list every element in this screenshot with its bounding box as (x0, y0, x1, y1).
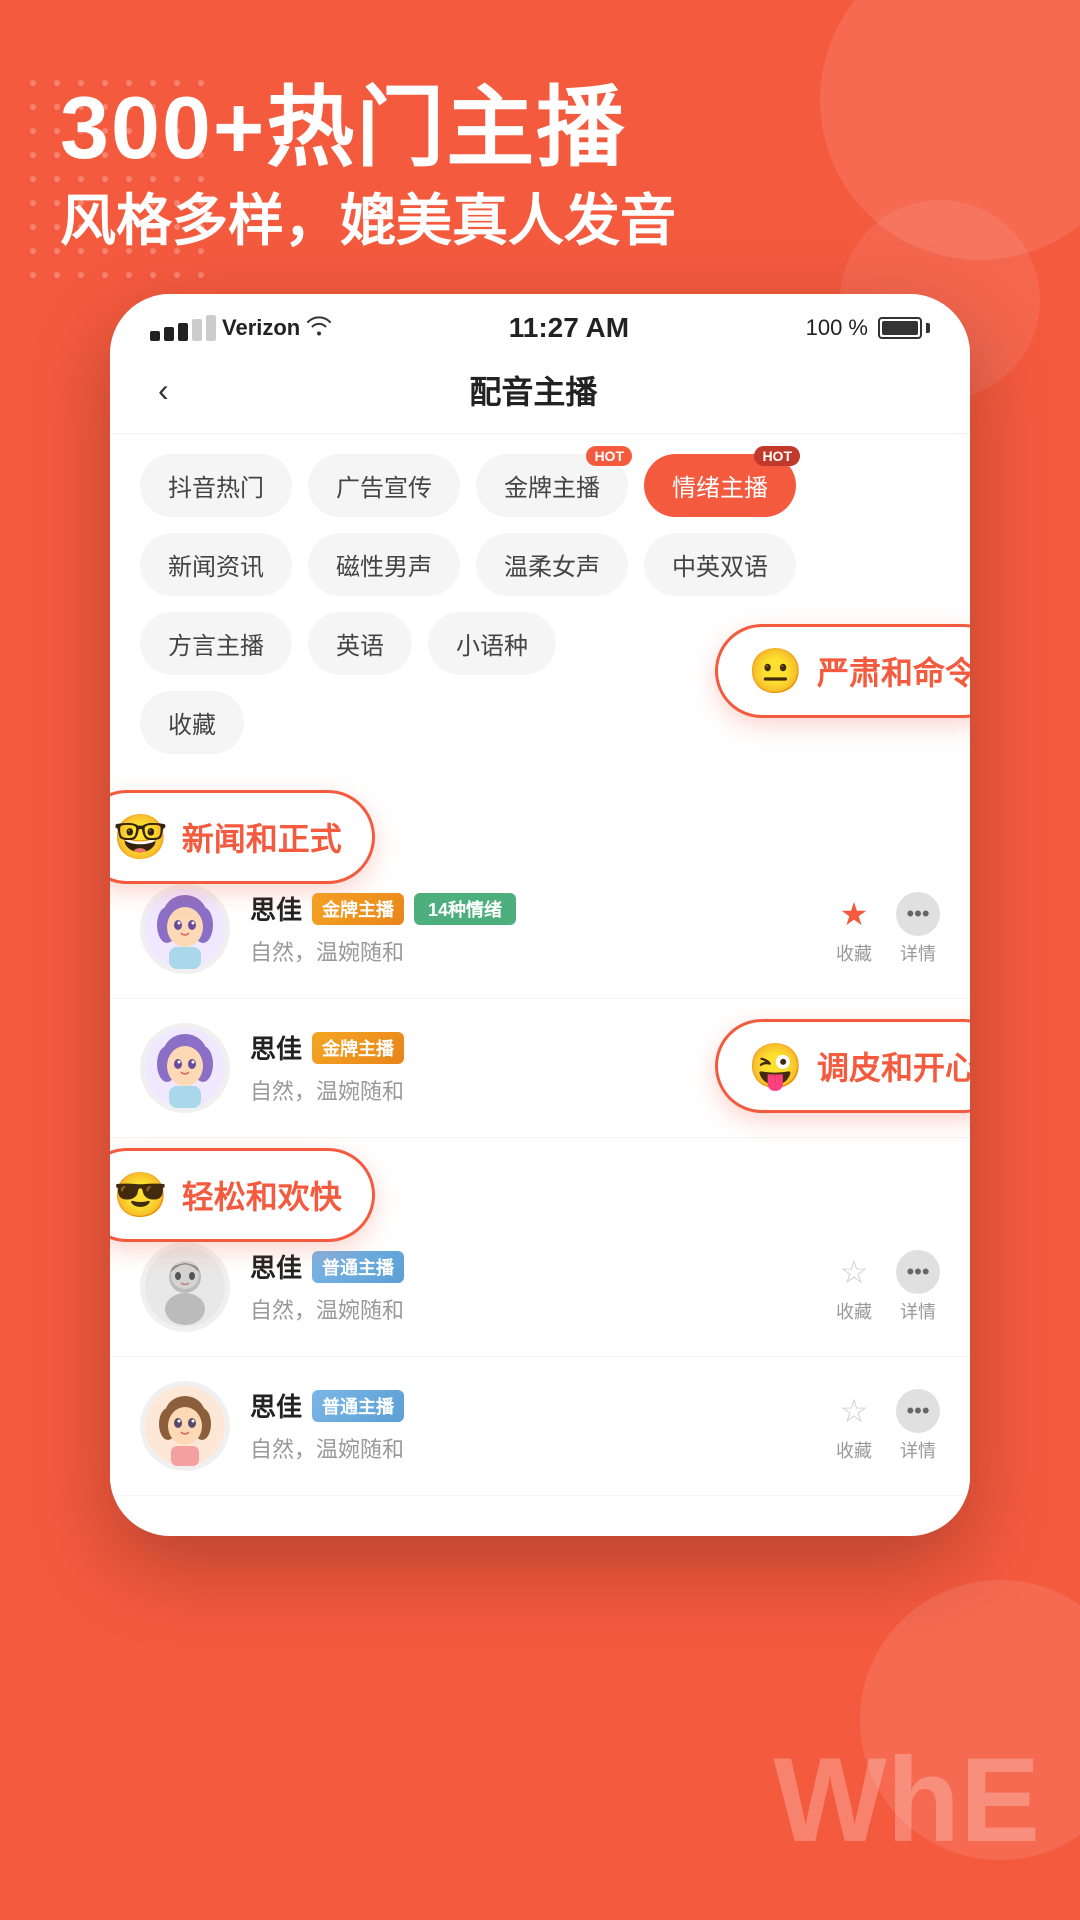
item-1-collect-btn[interactable]: ★ 收藏 (832, 892, 876, 966)
status-bar: Verizon 11:27 AM 100 % (110, 294, 970, 354)
item-1-info: 思佳 金牌主播 14种情绪 自然，温婉随和 (250, 890, 832, 967)
section-relaxed: 😎 轻松和欢快 (110, 1158, 970, 1357)
serious-text: 严肃和命令 (817, 648, 970, 694)
filter-tag-ad[interactable]: 广告宣传 (308, 454, 460, 517)
relaxed-text: 轻松和欢快 (182, 1172, 342, 1218)
filter-row-2: 新闻资讯 磁性男声 温柔女声 中英双语 (140, 533, 940, 596)
filter-tag-gold[interactable]: 金牌主播 HOT (476, 454, 628, 517)
status-right: 100 % (806, 315, 930, 341)
page-title: 配音主播 (177, 367, 890, 413)
filter-tag-favorite[interactable]: 收藏 (140, 691, 244, 754)
nav-bar: ‹ 配音主播 (110, 354, 970, 434)
section-playful: 思佳 金牌主播 自然，温婉随和 ☆ ••• (110, 999, 970, 1138)
filter-tag-english[interactable]: 英语 (308, 612, 412, 675)
item-4-desc: 自然，温婉随和 (250, 1432, 832, 1464)
playful-emoji: 😜 (748, 1040, 803, 1092)
item-3-badge: 普通主播 (312, 1251, 404, 1283)
item-1-name: 思佳 (250, 890, 302, 927)
content-list: 🤓 新闻和正式 (110, 800, 970, 1496)
filter-tag-douyin[interactable]: 抖音热门 (140, 454, 292, 517)
item-3-name: 思佳 (250, 1248, 302, 1285)
item-1-desc: 自然，温婉随和 (250, 935, 832, 967)
header-sub-title: 风格多样，媲美真人发音 (60, 187, 1020, 254)
status-time: 11:27 AM (509, 312, 629, 344)
news-text: 新闻和正式 (182, 814, 342, 860)
item-1-badge: 金牌主播 (312, 893, 404, 925)
item-4-name: 思佳 (250, 1387, 302, 1424)
detail-label-4: 详情 (900, 1437, 936, 1463)
more-icon-4: ••• (896, 1389, 940, 1433)
phone-mockup: Verizon 11:27 AM 100 % (110, 294, 970, 1536)
item-4-badge: 普通主播 (312, 1390, 404, 1422)
filter-tag-dialect[interactable]: 方言主播 (140, 612, 292, 675)
avatar-1 (140, 884, 230, 974)
detail-label-3: 详情 (900, 1298, 936, 1324)
status-left: Verizon (150, 314, 332, 342)
playful-text: 调皮和开心 (817, 1043, 970, 1089)
star-empty-4: ☆ (832, 1389, 876, 1433)
collect-label: 收藏 (836, 940, 872, 966)
item-2-name: 思佳 (250, 1029, 302, 1066)
wifi-icon (306, 314, 332, 342)
battery-icon (878, 317, 930, 339)
serious-emoji: 😐 (748, 645, 803, 697)
tooltip-relaxed: 😎 轻松和欢快 (110, 1148, 375, 1242)
filter-tag-news[interactable]: 新闻资讯 (140, 533, 292, 596)
item-3-actions: ☆ 收藏 ••• 详情 (832, 1250, 940, 1324)
signal-bars (150, 315, 216, 341)
filter-tag-bilingual[interactable]: 中英双语 (644, 533, 796, 596)
item-4-collect-btn[interactable]: ☆ 收藏 (832, 1389, 876, 1463)
filter-tag-emotion[interactable]: 情绪主播 HOT (644, 454, 796, 517)
back-button[interactable]: ‹ (150, 364, 177, 417)
relaxed-emoji: 😎 (113, 1169, 168, 1221)
item-1-actions: ★ 收藏 ••• 详情 (832, 892, 940, 966)
avatar-4 (140, 1381, 230, 1471)
item-4-info: 思佳 普通主播 自然，温婉随和 (250, 1387, 832, 1464)
item-3-detail-btn[interactable]: ••• 详情 (896, 1250, 940, 1324)
star-empty-3: ☆ (832, 1250, 876, 1294)
item-4-actions: ☆ 收藏 ••• 详情 (832, 1389, 940, 1463)
item-3-desc: 自然，温婉随和 (250, 1293, 832, 1325)
item-3-info: 思佳 普通主播 自然，温婉随和 (250, 1248, 832, 1325)
item-1-emotion: 14种情绪 (414, 893, 516, 925)
tooltip-serious: 😐 严肃和命令 (715, 624, 970, 718)
filter-section: 抖音热门 广告宣传 金牌主播 HOT 情绪主播 HOT 新闻资讯 (110, 434, 970, 790)
item-4-detail-btn[interactable]: ••• 详情 (896, 1389, 940, 1463)
news-emoji: 🤓 (113, 811, 168, 863)
filter-tag-minority[interactable]: 小语种 (428, 612, 556, 675)
section-news: 🤓 新闻和正式 (110, 800, 970, 999)
tooltip-news: 🤓 新闻和正式 (110, 790, 375, 884)
whe-watermark: WhE (773, 1740, 1040, 1860)
item-3-collect-btn[interactable]: ☆ 收藏 (832, 1250, 876, 1324)
filter-row-1: 抖音热门 广告宣传 金牌主播 HOT 情绪主播 HOT (140, 454, 940, 517)
carrier-label: Verizon (222, 315, 300, 341)
avatar-3 (140, 1242, 230, 1332)
filter-tag-gentle[interactable]: 温柔女声 (476, 533, 628, 596)
avatar-2 (140, 1023, 230, 1113)
list-item-4: 思佳 普通主播 自然，温婉随和 ☆ 收藏 ••• 详情 (110, 1357, 970, 1496)
item-2-badge: 金牌主播 (312, 1032, 404, 1064)
star-filled-icon: ★ (832, 892, 876, 936)
collect-label-4: 收藏 (836, 1437, 872, 1463)
filter-tag-magnetic[interactable]: 磁性男声 (308, 533, 460, 596)
hot-badge-gold: HOT (586, 446, 632, 466)
tooltip-playful: 😜 调皮和开心 (715, 1019, 970, 1113)
battery-percent: 100 % (806, 315, 868, 341)
header-main-title: 300+热门主播 (60, 80, 1020, 177)
more-icon: ••• (896, 892, 940, 936)
item-1-detail-btn[interactable]: ••• 详情 (896, 892, 940, 966)
header-section: 300+热门主播 风格多样，媲美真人发音 (0, 0, 1080, 294)
hot-badge-emotion: HOT (754, 446, 800, 466)
more-icon-3: ••• (896, 1250, 940, 1294)
detail-label: 详情 (900, 940, 936, 966)
collect-label-3: 收藏 (836, 1298, 872, 1324)
